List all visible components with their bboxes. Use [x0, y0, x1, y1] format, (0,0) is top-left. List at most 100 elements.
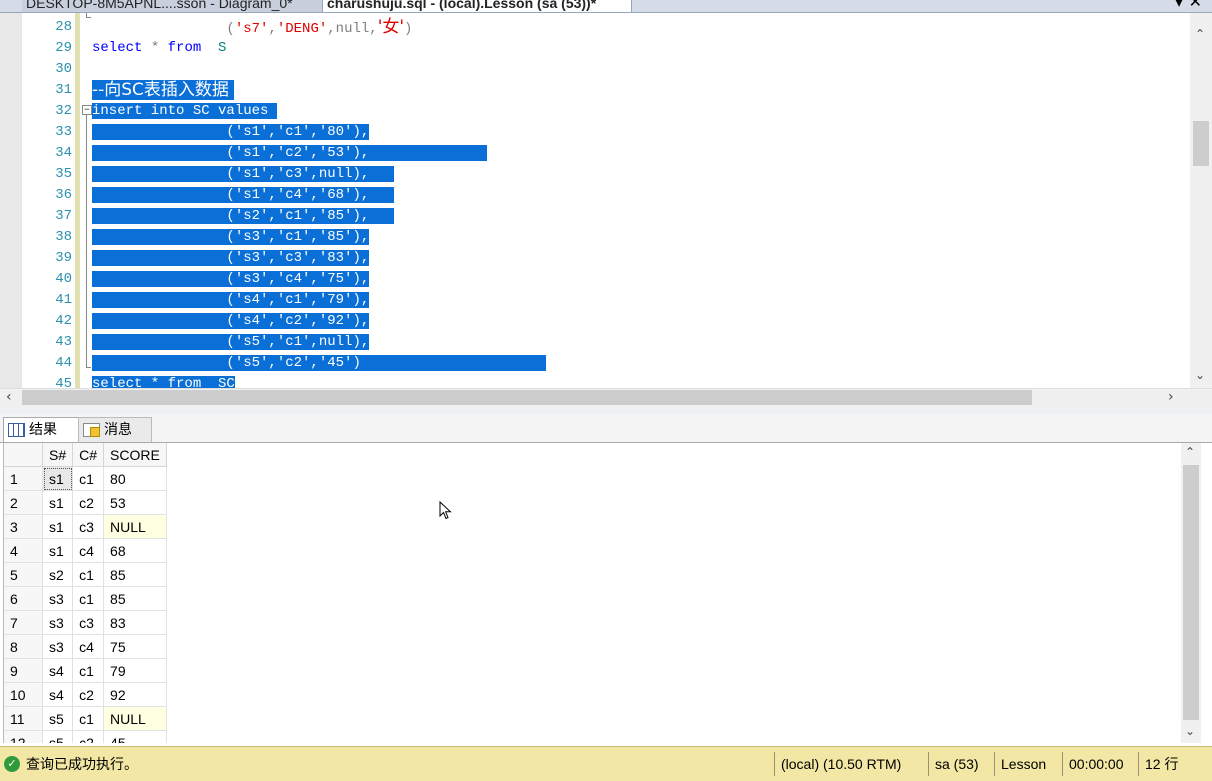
- table-row[interactable]: 3 s1 c3 NULL: [4, 514, 167, 539]
- grid-cell[interactable]: 79: [103, 658, 167, 683]
- grid-cell[interactable]: 85: [103, 562, 167, 587]
- column-header[interactable]: SCORE: [103, 443, 167, 467]
- results-grid[interactable]: S# C# SCORE 1 s1 c1 80 2 s1 c2 53 3 s1 c3 NULL 4 s1 c4 68…: [3, 443, 1182, 743]
- row-number[interactable]: 11: [4, 706, 43, 731]
- grid-cell[interactable]: 53: [103, 490, 167, 515]
- row-number-header[interactable]: [4, 443, 43, 467]
- grid-cell[interactable]: 80: [103, 466, 167, 491]
- code-keyword: from: [167, 40, 202, 56]
- row-number[interactable]: 1: [4, 466, 43, 491]
- table-row[interactable]: 9 s4 c1 79: [4, 658, 167, 683]
- column-header[interactable]: C#: [72, 443, 105, 467]
- row-number[interactable]: 3: [4, 514, 43, 539]
- grid-cell[interactable]: 68: [103, 538, 167, 563]
- scroll-right-icon[interactable]: ›: [1168, 389, 1174, 405]
- row-number[interactable]: 2: [4, 490, 43, 515]
- grid-cell[interactable]: s1: [42, 490, 74, 515]
- grid-cell[interactable]: s1: [42, 466, 74, 491]
- row-number[interactable]: 7: [4, 610, 43, 635]
- grid-vscroll-thumb[interactable]: [1183, 465, 1199, 720]
- grid-cell[interactable]: 85: [103, 586, 167, 611]
- change-tracking-bar: [75, 13, 80, 388]
- grid-cell[interactable]: c2: [72, 682, 105, 707]
- grid-vertical-scrollbar[interactable]: ⌃ ⌄: [1181, 443, 1201, 743]
- grid-cell[interactable]: s3: [42, 610, 74, 635]
- tab-results-label: 结果: [29, 422, 57, 438]
- table-row[interactable]: 5 s2 c1 85: [4, 562, 167, 587]
- line-number: 34: [55, 145, 72, 161]
- tab-messages[interactable]: 消息: [78, 417, 152, 442]
- grid-cell[interactable]: c3: [72, 610, 105, 635]
- row-number[interactable]: 9: [4, 658, 43, 683]
- scroll-up-icon[interactable]: ⌃: [1185, 445, 1195, 459]
- editor-hscroll-thumb[interactable]: [22, 390, 1032, 405]
- status-user: sa (53): [928, 752, 979, 776]
- code-string: 's7': [234, 21, 269, 37]
- row-number[interactable]: 12: [4, 730, 43, 743]
- grid-cell[interactable]: c2: [72, 730, 105, 743]
- table-row[interactable]: 1 s1 c1 80: [4, 466, 167, 491]
- grid-cell[interactable]: s2: [42, 562, 74, 587]
- grid-cell[interactable]: c1: [72, 562, 105, 587]
- table-row[interactable]: 2 s1 c2 53: [4, 490, 167, 515]
- grid-cell[interactable]: c1: [72, 466, 105, 491]
- status-message-text: 查询已成功执行。: [26, 757, 138, 773]
- line-number: 38: [55, 229, 72, 245]
- grid-cell[interactable]: s3: [42, 634, 74, 659]
- table-row[interactable]: 12 s5 c2 45: [4, 730, 167, 743]
- table-row[interactable]: 8 s3 c4 75: [4, 634, 167, 659]
- table-row[interactable]: 10 s4 c2 92: [4, 682, 167, 707]
- scroll-up-icon[interactable]: ⌃: [1195, 27, 1205, 41]
- line-number: 45: [55, 376, 72, 388]
- scroll-left-icon[interactable]: ‹: [6, 389, 12, 405]
- grid-cell[interactable]: c2: [72, 490, 105, 515]
- scroll-down-icon[interactable]: ⌄: [1195, 368, 1205, 382]
- row-number[interactable]: 6: [4, 586, 43, 611]
- row-number[interactable]: 4: [4, 538, 43, 563]
- grid-cell[interactable]: c1: [72, 658, 105, 683]
- grid-cell[interactable]: s5: [42, 706, 74, 731]
- scroll-down-icon[interactable]: ⌄: [1185, 724, 1195, 738]
- tab-window-controls[interactable]: ▾ ✕: [1175, 0, 1202, 11]
- fold-line: [86, 115, 87, 368]
- row-number[interactable]: 10: [4, 682, 43, 707]
- row-number[interactable]: 5: [4, 562, 43, 587]
- grid-cell[interactable]: c1: [72, 586, 105, 611]
- grid-cell[interactable]: s4: [42, 682, 74, 707]
- grid-cell[interactable]: s3: [42, 586, 74, 611]
- editor-horizontal-scrollbar[interactable]: ‹ ›: [0, 388, 1212, 407]
- grid-cell[interactable]: NULL: [103, 514, 167, 539]
- grid-cell[interactable]: 92: [103, 682, 167, 707]
- grid-cell[interactable]: 83: [103, 610, 167, 635]
- row-number[interactable]: 8: [4, 634, 43, 659]
- table-row[interactable]: 7 s3 c3 83: [4, 610, 167, 635]
- code-punct: ,null,: [327, 21, 378, 37]
- grid-cell[interactable]: NULL: [103, 706, 167, 731]
- tab-results[interactable]: 结果: [3, 417, 83, 442]
- grid-cell[interactable]: c1: [72, 706, 105, 731]
- grid-cell[interactable]: s1: [42, 514, 74, 539]
- line-number: 36: [55, 187, 72, 203]
- code-value-tuple: ('s1','c1','80'),: [92, 124, 370, 140]
- line-number: 39: [55, 250, 72, 266]
- query-editor[interactable]: 28 29 30 31 32 33 34 35 36 37 38 39 40 41 42 43 44 45 − (…: [0, 13, 1212, 388]
- grid-cell[interactable]: s5: [42, 730, 74, 743]
- selection-tail: [369, 166, 395, 182]
- grid-cell[interactable]: s1: [42, 538, 74, 563]
- collapse-region-icon[interactable]: −: [82, 105, 92, 115]
- grid-cell[interactable]: 45: [103, 730, 167, 743]
- grid-cell[interactable]: 75: [103, 634, 167, 659]
- table-row[interactable]: 11 s5 c1 NULL: [4, 706, 167, 731]
- results-table: S# C# SCORE 1 s1 c1 80 2 s1 c2 53 3 s1 c3 NULL 4 s1 c4 68…: [4, 443, 167, 743]
- tab-diagram[interactable]: DESKTOP-8M5APNL....sson - Diagram_0*: [22, 0, 325, 12]
- grid-cell[interactable]: s4: [42, 658, 74, 683]
- table-row[interactable]: 6 s3 c1 85: [4, 586, 167, 611]
- grid-cell[interactable]: c4: [72, 634, 105, 659]
- column-header[interactable]: S#: [42, 443, 74, 467]
- editor-vertical-scrollbar[interactable]: ⌃ ⌄: [1190, 13, 1212, 388]
- editor-vscroll-thumb[interactable]: [1193, 121, 1209, 166]
- grid-cell[interactable]: c4: [72, 538, 105, 563]
- table-row[interactable]: 4 s1 c4 68: [4, 538, 167, 563]
- tab-query-editor[interactable]: charushuju.sql - (local).Lesson (sa (53)…: [322, 0, 632, 12]
- grid-cell[interactable]: c3: [72, 514, 105, 539]
